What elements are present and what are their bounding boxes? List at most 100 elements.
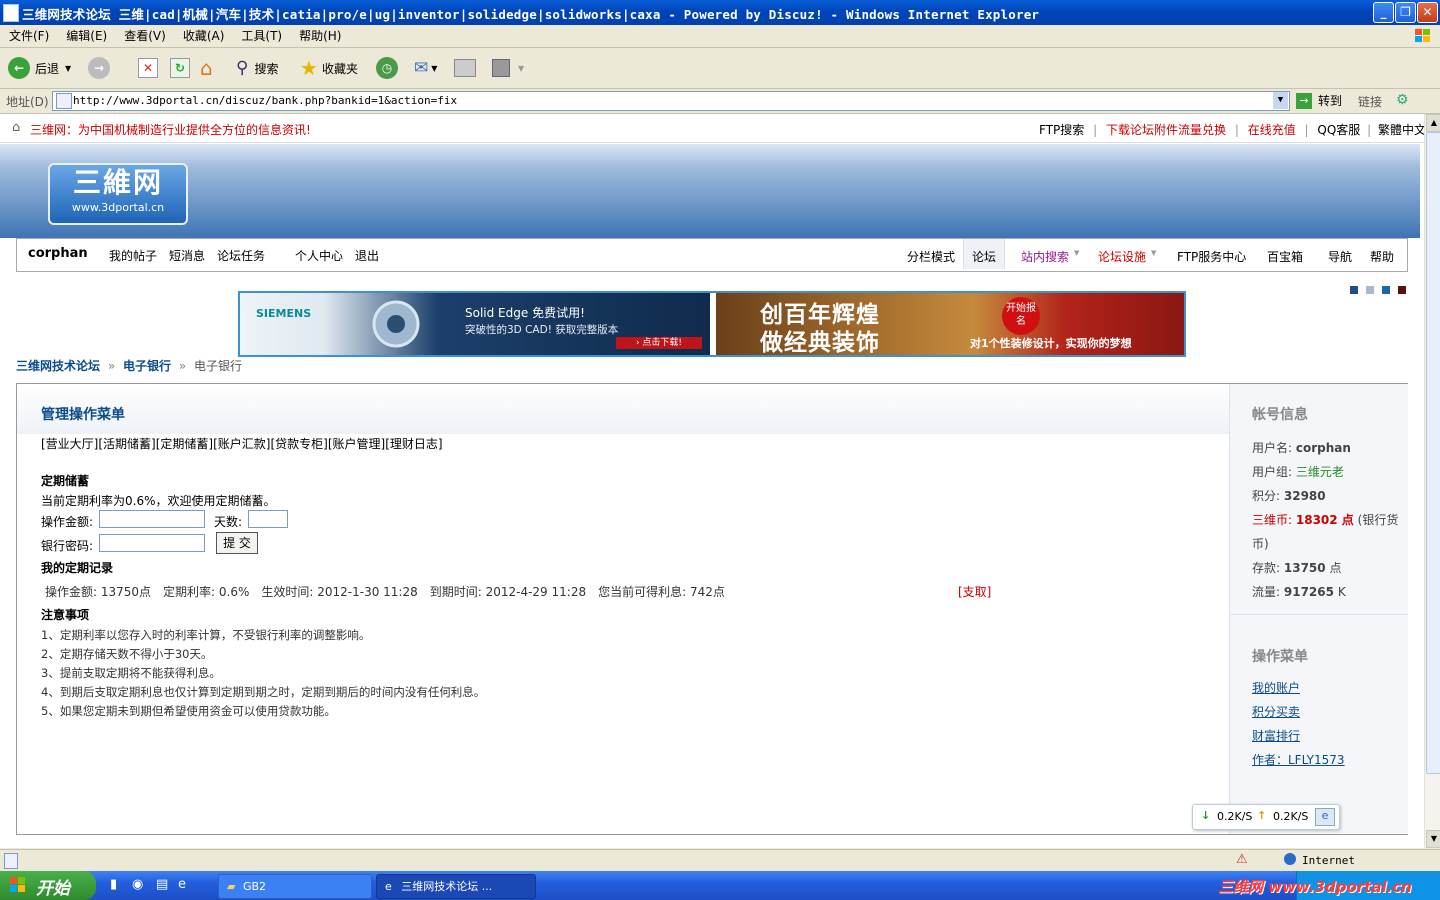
top-link-traditional[interactable]: 繁體中文 (1378, 123, 1424, 137)
stop-button[interactable]: ✕ (138, 54, 158, 82)
toolbar-extension-icon[interactable]: ⚙ (1396, 92, 1409, 108)
menu-current-savings[interactable]: [活期储蓄] (98, 437, 155, 451)
menu-finance-log[interactable]: [理财日志] (385, 437, 442, 451)
nav-my-posts[interactable]: 我的帖子 (109, 247, 157, 264)
breadcrumb-current: 电子银行 (194, 359, 243, 373)
breadcrumb-forum-home[interactable]: 三维网技术论坛 (16, 359, 100, 373)
quicklaunch-ie-icon[interactable]: e (178, 877, 186, 892)
nav-toolbox[interactable]: 百宝箱 (1267, 248, 1303, 265)
op-points-trade[interactable]: 积分买卖 (1252, 700, 1345, 724)
op-author[interactable]: 作者：LFLY1573 (1252, 748, 1345, 772)
ie-task-icon: e (385, 880, 392, 893)
breadcrumb-bank[interactable]: 电子银行 (123, 359, 171, 373)
forward-button[interactable]: → (88, 54, 110, 82)
go-button[interactable]: → 转到 (1296, 92, 1342, 109)
scroll-up-icon[interactable]: ▲ (1426, 114, 1440, 132)
menu-tools[interactable]: 工具(T) (241, 25, 282, 47)
menu-favorites[interactable]: 收藏(A) (183, 25, 225, 47)
links-button[interactable]: 链接 (1358, 93, 1382, 110)
address-input[interactable]: http://www.3dportal.cn/discuz/bank.php?b… (52, 91, 1290, 111)
quicklaunch-icon-3[interactable]: ▤ (156, 877, 168, 892)
menu-file[interactable]: 文件(F) (9, 25, 49, 47)
menu-transfer[interactable]: [账户汇款] (213, 437, 270, 451)
close-button[interactable]: ✕ (1417, 2, 1438, 23)
scroll-thumb[interactable] (1426, 132, 1440, 774)
taskbar: 开始 ▮ ◉ ▤ e ▰ GB2 e 三维网技术论坛 ... 三维网 www.3… (0, 871, 1440, 900)
window-titlebar[interactable]: 三维网技术论坛 三维|cad|机械|汽车|技术|catia|pro/e|ug|i… (0, 0, 1440, 25)
start-button[interactable]: 开始 (0, 871, 96, 900)
search-button[interactable]: ⚲ 搜索 (236, 54, 278, 82)
upload-speed: 0.2K/S (1273, 810, 1309, 823)
task-gb2[interactable]: ▰ GB2 (218, 874, 372, 899)
mail-button[interactable]: ✉ ▼ (414, 54, 437, 82)
note-item: 2、定期存储天数不得小于30天。 (41, 647, 213, 661)
history-button[interactable]: ◷ (376, 54, 398, 82)
vertical-scrollbar[interactable]: ▲ ▼ (1424, 114, 1440, 848)
refresh-icon: ↻ (170, 58, 190, 78)
menu-view[interactable]: 查看(V) (124, 25, 166, 47)
menu-loans[interactable]: [贷款专柜] (271, 437, 328, 451)
edit-button[interactable]: ▼ (492, 54, 524, 82)
home-button[interactable]: ⌂ (200, 54, 213, 82)
nav-guide[interactable]: 导航 (1328, 248, 1352, 265)
ie-icon (3, 4, 19, 22)
top-link-traffic-exchange[interactable]: 下载论坛附件流量兑换 (1106, 123, 1226, 137)
quicklaunch-icon-2[interactable]: ◉ (132, 877, 143, 892)
op-my-account[interactable]: 我的账户 (1252, 676, 1345, 700)
nav-logout[interactable]: 退出 (355, 247, 379, 264)
theme-dot-dark-red[interactable] (1398, 286, 1406, 294)
withdraw-link[interactable]: [支取] (958, 583, 991, 600)
print-button[interactable] (454, 54, 476, 82)
amount-input[interactable] (99, 510, 205, 528)
home-small-icon: ⌂ (12, 120, 21, 135)
nav-messages[interactable]: 短消息 (169, 247, 205, 264)
logo-url: www.3dportal.cn (71, 201, 165, 214)
refresh-button[interactable]: ↻ (170, 54, 190, 82)
page-icon (56, 93, 72, 109)
group-value[interactable]: 三维元老 (1296, 465, 1344, 479)
theme-dot-light-blue[interactable] (1382, 286, 1390, 294)
maximize-button[interactable]: ❐ (1395, 2, 1416, 23)
nav-username[interactable]: corphan (28, 246, 88, 261)
site-logo[interactable]: 三維网 www.3dportal.cn (48, 163, 188, 225)
task-forum[interactable]: e 三维网技术论坛 ... (376, 874, 536, 899)
go-label: 转到 (1318, 94, 1343, 108)
nav-column-mode[interactable]: 分栏模式 (907, 248, 955, 265)
nav-tasks[interactable]: 论坛任务 (217, 247, 265, 264)
network-speed-widget[interactable]: ↓ 0.2K/S ↑ 0.2K/S e (1192, 804, 1340, 830)
favorites-button[interactable]: ★ 收藏夹 (300, 54, 358, 82)
scroll-down-icon[interactable]: ▼ (1426, 830, 1440, 848)
nav-facilities[interactable]: 论坛设施 (1098, 248, 1146, 265)
minimize-button[interactable]: _ (1373, 2, 1394, 23)
nav-profile[interactable]: 个人中心 (295, 247, 343, 264)
ad-banner[interactable]: SIEMENS Solid Edge 免费试用! 突破性的3D CAD! 获取完… (238, 291, 1186, 357)
panel-header-bg (17, 384, 1229, 434)
password-input[interactable] (99, 534, 205, 552)
menu-fixed-savings[interactable]: [定期储蓄] (156, 437, 213, 451)
theme-dot-gray[interactable] (1366, 286, 1374, 294)
op-wealth-rank[interactable]: 财富排行 (1252, 724, 1345, 748)
menu-help[interactable]: 帮助(H) (299, 25, 341, 47)
address-dropdown-icon[interactable]: ▼ (1273, 92, 1288, 109)
solid-edge-ad[interactable]: SIEMENS Solid Edge 免费试用! 突破性的3D CAD! 获取完… (240, 293, 710, 355)
theme-dot-blue[interactable] (1350, 286, 1358, 294)
menu-edit[interactable]: 编辑(E) (66, 25, 107, 47)
quicklaunch-icon-1[interactable]: ▮ (110, 877, 117, 892)
nav-ftp-center[interactable]: FTP服务中心 (1177, 248, 1246, 265)
back-button[interactable]: ← 后退 ▼ (8, 54, 71, 82)
days-input[interactable] (248, 510, 288, 528)
deposit-value: 13750 (1283, 561, 1326, 575)
nav-help[interactable]: 帮助 (1370, 248, 1394, 265)
nav-forum-tab[interactable]: 论坛 (963, 239, 1005, 269)
nav-site-search[interactable]: 站内搜索 (1021, 248, 1069, 265)
account-info: 用户名: corphan 用户组: 三维元老 积分: 32980 三维币: 18… (1252, 436, 1402, 604)
submit-button[interactable]: 提 交 (216, 532, 258, 554)
decoration-ad[interactable]: 创百年辉煌 做经典装饰 开始报名 对1个性装修设计，实现你的梦想 (716, 293, 1184, 356)
menu-lobby[interactable]: [营业大厅] (41, 437, 98, 451)
favorites-label: 收藏夹 (321, 61, 358, 76)
menu-account-manage[interactable]: [账户管理] (328, 437, 385, 451)
ad1-download-button[interactable]: › 点击下载! (616, 337, 702, 349)
top-link-ftp-search[interactable]: FTP搜索 (1039, 123, 1084, 137)
top-link-recharge[interactable]: 在线充值 (1248, 123, 1296, 137)
top-link-qq-service[interactable]: QQ客服 (1317, 123, 1360, 137)
